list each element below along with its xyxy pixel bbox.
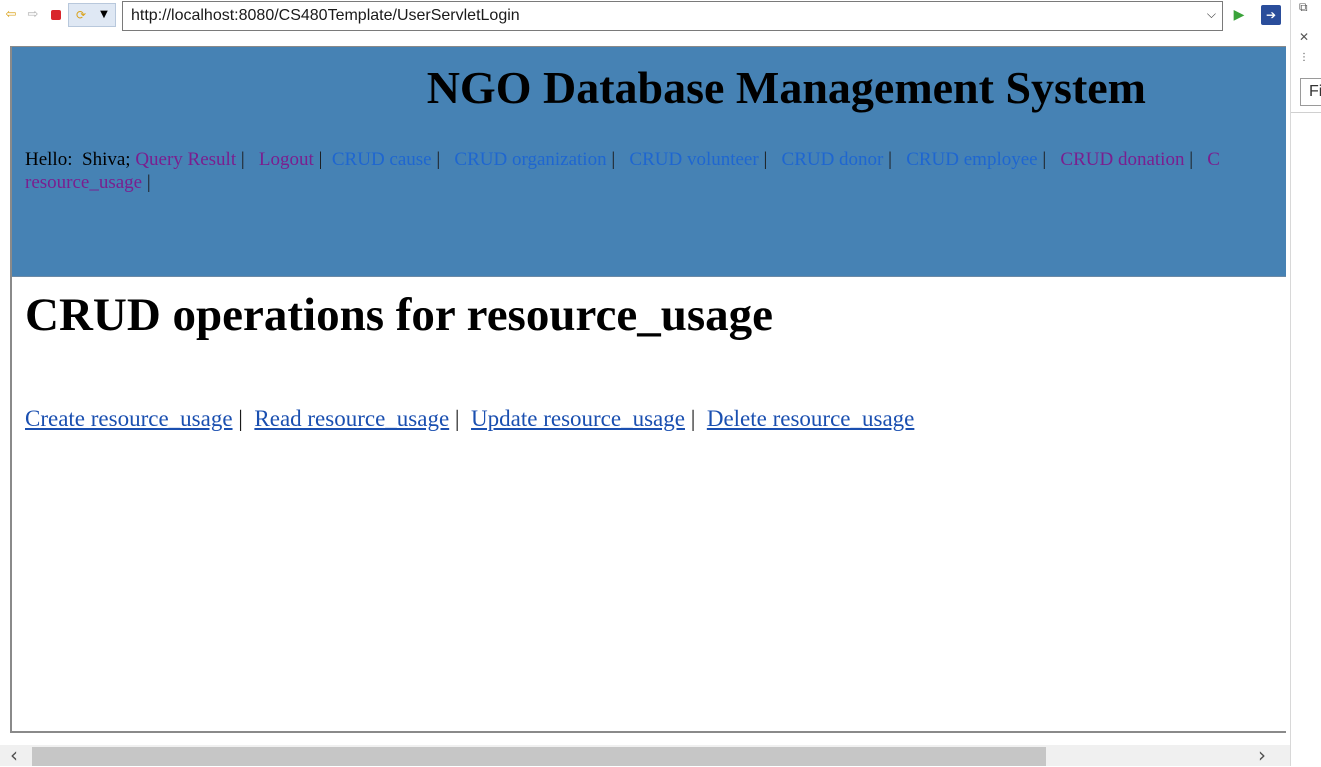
forward-arrow-icon[interactable]: ⇨ bbox=[24, 6, 42, 24]
scroll-left-icon[interactable]: ‹ bbox=[10, 745, 18, 766]
create-resource-usage-link[interactable]: Create resource_usage bbox=[25, 406, 233, 431]
nav-crud-resource-usage-continued[interactable]: resource_usage bbox=[25, 172, 142, 193]
refresh-icon[interactable]: ⟳ bbox=[72, 6, 90, 24]
find-input[interactable]: Fi bbox=[1300, 78, 1321, 106]
nav-query-result[interactable]: Query Result bbox=[135, 149, 236, 170]
chevron-down-icon[interactable]: ⌵ bbox=[1207, 7, 1216, 22]
tool-icon[interactable]: ✕ bbox=[1299, 30, 1309, 44]
nav-separator: | bbox=[318, 149, 323, 170]
scroll-right-icon[interactable]: › bbox=[1258, 745, 1266, 766]
dropdown-arrow-icon[interactable]: ▼ bbox=[95, 6, 113, 24]
update-resource-usage-link[interactable]: Update resource_usage bbox=[471, 406, 685, 431]
url-text[interactable]: http://localhost:8080/CS480Template/User… bbox=[131, 7, 520, 25]
horizontal-scrollbar[interactable]: ‹ › bbox=[0, 745, 1290, 766]
nav-crud-donation[interactable]: CRUD donation bbox=[1060, 149, 1184, 170]
address-bar[interactable]: http://localhost:8080/CS480Template/User… bbox=[122, 1, 1223, 31]
nav-crud-resource-usage[interactable]: C bbox=[1207, 149, 1220, 170]
nav-separator: | bbox=[1042, 149, 1047, 170]
link-separator: | bbox=[238, 406, 243, 431]
stop-icon[interactable] bbox=[47, 6, 65, 24]
nav-logout[interactable]: Logout bbox=[259, 149, 314, 170]
maximize-icon[interactable]: ⧉ bbox=[1299, 0, 1308, 15]
nav-separator: | bbox=[611, 149, 616, 170]
link-separator: | bbox=[454, 406, 460, 431]
greeting-label: Hello: bbox=[25, 149, 73, 170]
delete-resource-usage-link[interactable]: Delete resource_usage bbox=[707, 406, 915, 431]
more-icon[interactable]: ⋮ bbox=[1299, 52, 1309, 63]
nav-separator: | bbox=[146, 172, 151, 193]
nav-bar: Hello: Shiva; Query Result | Logout | CR… bbox=[25, 148, 1286, 194]
page-title: CRUD operations for resource_usage bbox=[25, 289, 774, 341]
nav-crud-organization[interactable]: CRUD organization bbox=[454, 149, 606, 170]
page-viewport: NGO Database Management System Hello: Sh… bbox=[10, 46, 1286, 733]
refresh-button-group: ⟳ ▼ bbox=[68, 3, 116, 27]
side-panel: ⧉ ✕ ⋮ Fi bbox=[1290, 0, 1321, 766]
scrollbar-thumb[interactable] bbox=[32, 747, 1046, 766]
crud-links: Create resource_usage | Read resource_us… bbox=[25, 406, 914, 432]
site-header: NGO Database Management System Hello: Sh… bbox=[12, 47, 1286, 277]
username: Shiva; bbox=[82, 149, 131, 170]
link-separator: | bbox=[690, 406, 696, 431]
nav-crud-volunteer[interactable]: CRUD volunteer bbox=[629, 149, 758, 170]
nav-separator: | bbox=[1189, 149, 1194, 170]
nav-separator: | bbox=[436, 149, 441, 170]
external-browser-icon[interactable]: ➔ bbox=[1261, 5, 1281, 25]
nav-separator: | bbox=[763, 149, 768, 170]
nav-crud-employee[interactable]: CRUD employee bbox=[906, 149, 1037, 170]
nav-crud-donor[interactable]: CRUD donor bbox=[782, 149, 884, 170]
nav-separator: | bbox=[888, 149, 892, 170]
read-resource-usage-link[interactable]: Read resource_usage bbox=[254, 406, 449, 431]
go-icon[interactable]: ▶ bbox=[1230, 6, 1248, 24]
back-arrow-icon[interactable]: ⇦ bbox=[2, 6, 20, 24]
nav-crud-cause[interactable]: CRUD cause bbox=[332, 149, 432, 170]
side-divider bbox=[1291, 112, 1321, 113]
browser-toolbar: ⇦ ⇨ ⟳ ▼ http://localhost:8080/CS480Templ… bbox=[0, 0, 1290, 33]
site-title: NGO Database Management System bbox=[426, 62, 1146, 113]
nav-separator: | bbox=[240, 149, 245, 170]
